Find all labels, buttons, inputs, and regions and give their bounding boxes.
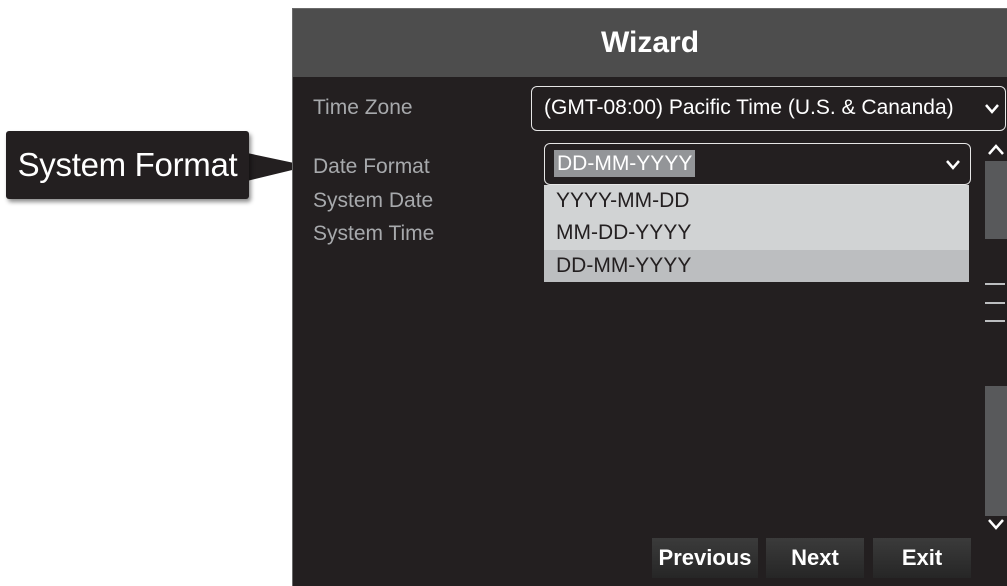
previous-button[interactable]: Previous (652, 538, 758, 578)
wizard-title: Wizard (600, 26, 700, 59)
system-date-label: System Date (313, 189, 434, 212)
title-bar: Wizard (293, 9, 1007, 77)
date-format-option[interactable]: YYYY-MM-DD (544, 185, 969, 217)
date-format-select[interactable]: DD-MM-YYYY (544, 143, 971, 185)
next-button[interactable]: Next (766, 538, 864, 578)
time-zone-value: (GMT-08:00) Pacific Time (U.S. & Cananda… (544, 96, 954, 119)
scrollbar-thumb[interactable] (985, 161, 1007, 239)
scrollbar-tick (985, 283, 1005, 285)
time-zone-select[interactable]: (GMT-08:00) Pacific Time (U.S. & Cananda… (531, 86, 1006, 131)
date-format-label: Date Format (313, 155, 430, 178)
date-format-option[interactable]: MM-DD-YYYY (544, 217, 969, 249)
date-format-value: DD-MM-YYYY (554, 150, 696, 177)
exit-button[interactable]: Exit (873, 538, 971, 578)
chevron-down-icon[interactable] (987, 517, 1005, 531)
chevron-up-icon[interactable] (987, 143, 1005, 157)
scrollbar-tick (985, 302, 1005, 304)
date-format-dropdown: YYYY-MM-DD MM-DD-YYYY DD-MM-YYYY (544, 185, 969, 282)
scrollbar[interactable] (985, 141, 1007, 531)
chevron-down-icon[interactable] (984, 103, 1000, 115)
scrollbar-tick (985, 320, 1005, 322)
system-time-label: System Time (313, 222, 435, 245)
chevron-down-icon[interactable] (945, 159, 961, 171)
system-format-callout: System Format (6, 131, 249, 199)
date-format-option-selected[interactable]: DD-MM-YYYY (544, 250, 969, 282)
time-zone-label: Time Zone (313, 96, 413, 119)
callout-label: System Format (17, 146, 238, 183)
scrollbar-track-lower (985, 386, 1007, 516)
wizard-window: Wizard Time Zone Date Format System Date… (292, 8, 1007, 586)
